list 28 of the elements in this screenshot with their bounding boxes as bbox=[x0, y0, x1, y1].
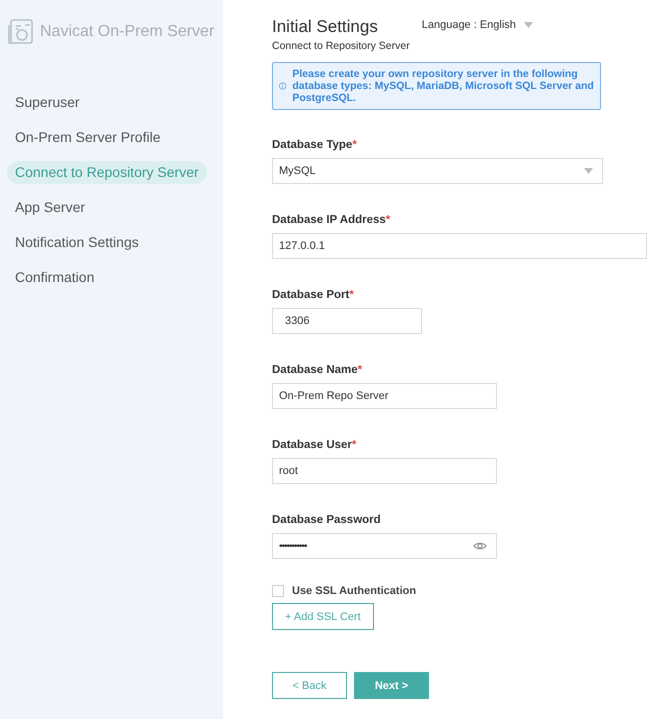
logo-icon bbox=[7, 18, 34, 45]
input-field[interactable]: root bbox=[272, 458, 497, 484]
input-field[interactable]: On-Prem Repo Server bbox=[272, 383, 497, 409]
info-message: Please create your own repository server in the following database types: MySQL, MariaDB, Microsoft SQL Server and PostgreSQL. bbox=[292, 68, 594, 104]
password-field[interactable]: ••••••••••• bbox=[272, 533, 497, 559]
field-label: Database Type* bbox=[272, 139, 358, 151]
field-label: Database Name* bbox=[272, 364, 364, 376]
field-label: Database Password bbox=[272, 514, 382, 526]
field-label: Database Port* bbox=[272, 289, 355, 301]
app-title: Navicat On-Prem Server bbox=[40, 22, 214, 40]
eye-icon[interactable] bbox=[473, 541, 487, 551]
sidebar-item[interactable]: Superuser bbox=[7, 91, 88, 114]
checkbox-label: Use SSL Authentication bbox=[292, 585, 416, 597]
page-subtitle: Connect to Repository Server bbox=[272, 40, 410, 52]
checkbox[interactable] bbox=[272, 585, 284, 597]
sidebar-item[interactable]: Notification Settings bbox=[7, 231, 147, 254]
sidebar-item[interactable]: On-Prem Server Profile bbox=[7, 126, 168, 149]
language-dropdown[interactable]: Language : English bbox=[422, 19, 533, 31]
caret-icon bbox=[584, 168, 593, 174]
caret-icon bbox=[524, 22, 533, 28]
sidebar-item[interactable]: Confirmation bbox=[7, 266, 102, 289]
input-field[interactable]: 127.0.0.1 bbox=[272, 233, 647, 259]
field-label: Database User* bbox=[272, 439, 358, 451]
input-field[interactable]: 3306 bbox=[272, 308, 422, 334]
sidebar-item[interactable]: App Server bbox=[7, 196, 94, 219]
page-title: Initial Settings bbox=[272, 17, 379, 37]
field-label: Database IP Address* bbox=[272, 214, 392, 226]
database-type-select[interactable]: MySQL bbox=[272, 158, 603, 184]
